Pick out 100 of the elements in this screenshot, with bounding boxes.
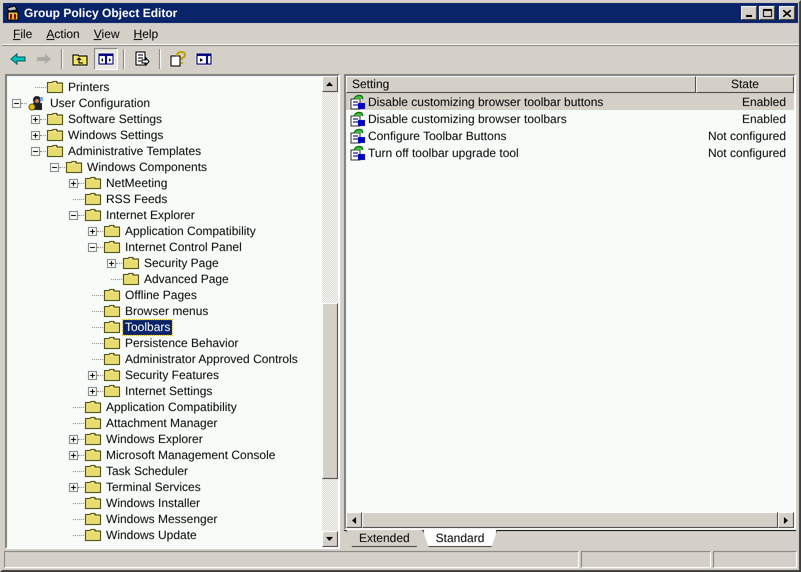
tree-item[interactable]: Administrative Templates bbox=[66, 144, 204, 158]
list-export-icon bbox=[134, 51, 150, 67]
view-tab[interactable]: Standard bbox=[422, 530, 498, 547]
folder-icon bbox=[104, 383, 120, 399]
menu-item[interactable]: Action bbox=[39, 24, 87, 42]
folder-icon bbox=[123, 255, 139, 271]
menu-item[interactable]: File bbox=[6, 24, 40, 42]
expand-icon[interactable] bbox=[31, 130, 40, 140]
tree-item[interactable]: Windows Explorer bbox=[104, 432, 205, 446]
tree-item[interactable]: Internet Settings bbox=[123, 384, 214, 398]
scrollbar-thumb[interactable] bbox=[322, 303, 338, 479]
tree-item[interactable]: Windows Components bbox=[85, 160, 210, 174]
tree-item[interactable]: Terminal Services bbox=[104, 480, 203, 494]
collapse-icon[interactable] bbox=[88, 242, 97, 252]
expand-icon[interactable] bbox=[88, 370, 97, 380]
maximize-icon bbox=[762, 9, 772, 17]
view-tab[interactable]: Extended bbox=[346, 530, 423, 547]
setting-state: Enabled bbox=[740, 110, 786, 128]
collapse-icon[interactable] bbox=[12, 98, 21, 108]
policy-icon bbox=[350, 110, 366, 126]
folder-icon bbox=[85, 479, 101, 495]
tree-item[interactable]: Windows Settings bbox=[66, 128, 166, 142]
scroll-left-button[interactable] bbox=[346, 512, 362, 528]
policy-icon bbox=[350, 94, 366, 110]
settings-row[interactable]: Disable customizing browser toolbar buttons Enabled bbox=[346, 93, 794, 110]
tree-item[interactable]: Security Features bbox=[123, 368, 222, 382]
expand-icon[interactable] bbox=[69, 450, 78, 460]
minimize-button[interactable] bbox=[741, 6, 757, 20]
maximize-button[interactable] bbox=[759, 6, 775, 20]
tree-item[interactable]: Task Scheduler bbox=[104, 464, 190, 478]
folder-icon bbox=[47, 79, 63, 95]
tree-item[interactable]: Persistence Behavior bbox=[123, 336, 240, 350]
user-settings-icon bbox=[28, 95, 45, 111]
tree-item[interactable]: Windows Messenger bbox=[104, 512, 220, 526]
tree-item[interactable]: Toolbars bbox=[123, 320, 172, 334]
tree-item[interactable]: NetMeeting bbox=[104, 176, 170, 190]
tree-item[interactable]: Attachment Manager bbox=[104, 416, 220, 430]
folder-icon bbox=[85, 207, 101, 223]
tree-item[interactable]: Windows Update bbox=[104, 528, 199, 542]
tree-item[interactable]: Offline Pages bbox=[123, 288, 199, 302]
help-icon bbox=[170, 51, 186, 67]
folder-icon bbox=[47, 143, 63, 159]
collapse-icon[interactable] bbox=[31, 146, 40, 156]
policy-icon bbox=[350, 128, 366, 144]
folder-icon bbox=[104, 239, 120, 255]
settings-row[interactable]: Disable customizing browser toolbars Enabled bbox=[346, 110, 794, 127]
settings-row[interactable]: Turn off toolbar upgrade tool Not configured bbox=[346, 144, 794, 161]
expand-icon[interactable] bbox=[69, 482, 78, 492]
forward-arrow-icon bbox=[36, 51, 52, 67]
column-header[interactable]: State bbox=[696, 76, 794, 93]
close-button[interactable] bbox=[779, 6, 795, 20]
tree-item[interactable]: Software Settings bbox=[66, 112, 164, 126]
folder-icon bbox=[123, 271, 139, 287]
policy-icon bbox=[350, 144, 366, 160]
tree-item[interactable]: Windows Installer bbox=[104, 496, 202, 510]
expand-icon[interactable] bbox=[69, 178, 78, 188]
folder-icon bbox=[85, 447, 101, 463]
show-tree-button[interactable] bbox=[94, 48, 118, 70]
tree-item[interactable]: Internet Control Panel bbox=[123, 240, 244, 254]
collapse-icon[interactable] bbox=[69, 210, 78, 220]
folder-icon bbox=[85, 431, 101, 447]
expand-icon[interactable] bbox=[88, 386, 97, 396]
pane-toggle-icon bbox=[196, 51, 212, 67]
left-arrow-icon bbox=[352, 516, 356, 524]
column-header[interactable]: Setting bbox=[346, 76, 696, 93]
tree-item[interactable]: Microsoft Management Console bbox=[104, 448, 278, 462]
expand-icon[interactable] bbox=[69, 434, 78, 444]
tree-item[interactable]: Administrator Approved Controls bbox=[123, 352, 300, 366]
tree-item[interactable]: Browser menus bbox=[123, 304, 210, 318]
tree-item[interactable]: Advanced Page bbox=[142, 272, 231, 286]
setting-state: Not configured bbox=[708, 144, 786, 162]
scroll-down-button[interactable] bbox=[322, 531, 338, 547]
folder-icon bbox=[104, 287, 120, 303]
down-arrow-icon bbox=[326, 537, 334, 541]
tree-item[interactable]: Internet Explorer bbox=[104, 208, 197, 222]
scroll-up-button[interactable] bbox=[322, 76, 338, 92]
tree-item[interactable]: Security Page bbox=[142, 256, 221, 270]
collapse-icon[interactable] bbox=[50, 162, 59, 172]
expand-icon[interactable] bbox=[107, 258, 116, 268]
folder-icon bbox=[85, 511, 101, 527]
setting-name: Configure Toolbar Buttons bbox=[368, 128, 508, 144]
menu-item[interactable]: View bbox=[86, 24, 127, 42]
up-arrow-icon bbox=[326, 82, 334, 86]
expand-icon[interactable] bbox=[88, 226, 97, 236]
tree-item[interactable]: Application Compatibility bbox=[123, 224, 258, 238]
tree-item[interactable]: Printers bbox=[66, 80, 112, 94]
close-icon bbox=[783, 10, 791, 16]
setting-state: Enabled bbox=[740, 94, 786, 110]
scroll-right-button[interactable] bbox=[778, 512, 794, 528]
tree-item[interactable]: RSS Feeds bbox=[104, 192, 170, 206]
folder-icon bbox=[47, 111, 63, 127]
folder-icon bbox=[104, 303, 120, 319]
folder-icon bbox=[85, 527, 101, 543]
menu-item[interactable]: Help bbox=[126, 24, 166, 42]
tree-item[interactable]: User Configuration bbox=[48, 96, 152, 110]
setting-name: Disable customizing browser toolbars bbox=[368, 110, 568, 128]
folder-icon bbox=[66, 159, 82, 175]
tree-item[interactable]: Application Compatibility bbox=[104, 400, 239, 414]
settings-row[interactable]: Configure Toolbar Buttons Not configured bbox=[346, 127, 794, 144]
expand-icon[interactable] bbox=[31, 114, 40, 124]
